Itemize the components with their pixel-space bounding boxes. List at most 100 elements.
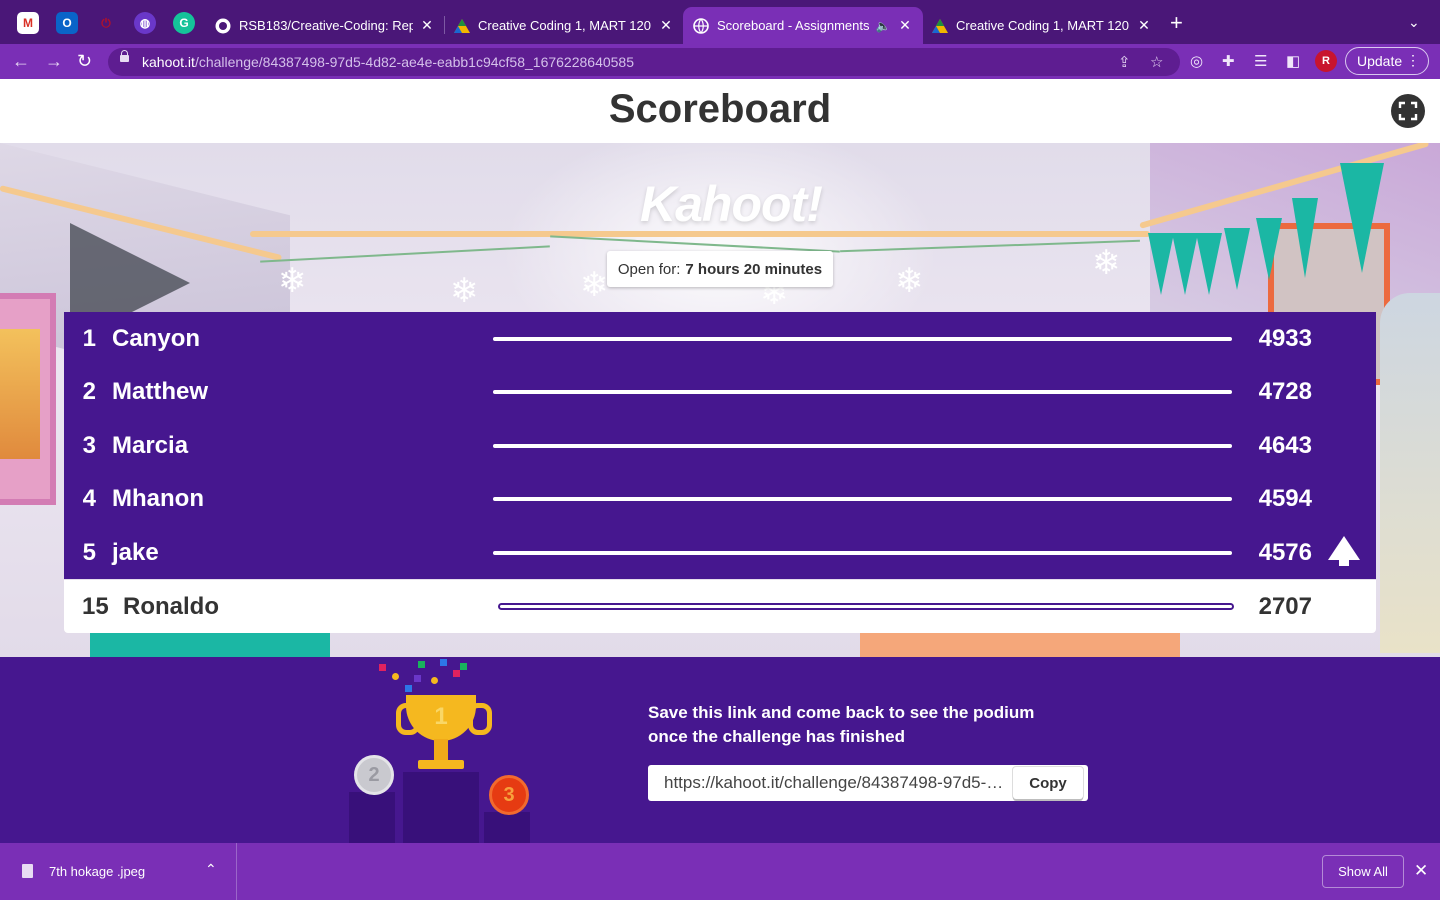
confetti: [418, 661, 425, 668]
grammarly-extension-icon[interactable]: ◎: [1190, 52, 1203, 70]
leaderboard-row: 2 Matthew 4728: [64, 365, 1376, 418]
leaderboard-row: 4 Mhanon 4594: [64, 472, 1376, 525]
open-for-label: Open for:: [617, 260, 681, 278]
tab-title: Creative Coding 1, MART 120 |: [956, 18, 1130, 33]
update-label: Update: [1357, 53, 1403, 69]
url-text[interactable]: kahoot.it/challenge/84387498-97d5-4d82-a…: [142, 54, 634, 70]
file-icon: [22, 864, 33, 878]
pennant-flag: [1224, 228, 1250, 290]
download-item[interactable]: 7th hokage .jpeg ⌃: [0, 843, 237, 900]
chevron-up-icon[interactable]: ⌃: [205, 861, 217, 878]
bookmark-star-icon[interactable]: ☆: [1150, 53, 1163, 71]
back-arrow-icon[interactable]: ←: [12, 50, 30, 72]
media-queue-icon[interactable]: ☰: [1254, 52, 1267, 70]
tab-search-chevron-icon[interactable]: ⌄: [1408, 14, 1420, 31]
background-painting: [0, 293, 56, 505]
speaker-icon[interactable]: 🔈: [875, 19, 891, 33]
power-pinned-tab[interactable]: ⏻: [95, 12, 117, 34]
current-player-rank: 15: [82, 593, 109, 620]
tab-creative-coding[interactable]: Creative Coding 1, MART 120 | ✕: [444, 7, 684, 44]
row-score: 4728: [1258, 378, 1312, 405]
close-icon[interactable]: ✕: [897, 17, 913, 34]
outlook-icon: O: [62, 16, 72, 30]
tab-scoreboard[interactable]: Scoreboard - Assignments 🔈 ✕: [683, 7, 923, 44]
tab-title: Creative Coding 1, MART 120 |: [478, 18, 652, 33]
score-bar: [493, 444, 1232, 448]
page-title: Scoreboard: [608, 87, 832, 131]
confetti: [392, 673, 399, 680]
power-icon: ⏻: [101, 15, 111, 30]
browser-toolbar: ← → ↻ kahoot.it/challenge/84387498-97d5-…: [0, 44, 1440, 79]
drive-icon: [932, 18, 948, 34]
podium-second-place: [349, 792, 395, 843]
row-player-name: Mhanon: [112, 485, 204, 512]
challenge-link-input[interactable]: [664, 773, 1006, 793]
medal-number: 2: [368, 763, 380, 786]
close-icon[interactable]: ✕: [1414, 861, 1428, 881]
row-rank: 5: [82, 539, 96, 566]
profile-avatar[interactable]: R: [1315, 50, 1337, 72]
background-tree: [1380, 293, 1440, 653]
pennant-flag: [1172, 233, 1198, 295]
chat-pinned-tab[interactable]: ◍: [134, 12, 156, 34]
download-bar: 7th hokage .jpeg ⌃ Show All ✕: [0, 843, 1440, 900]
share-icon[interactable]: ⇪: [1118, 53, 1131, 71]
confetti: [460, 663, 467, 670]
show-all-label: Show All: [1338, 864, 1388, 879]
snowflake-icon: ❄: [895, 262, 924, 300]
fullscreen-button[interactable]: [1391, 94, 1425, 128]
background-shelf: [860, 633, 1180, 657]
snowflake-icon: ❄: [450, 272, 479, 310]
confetti: [414, 675, 421, 682]
browser-tab-strip: M O ⏻ ◍ G RSB183/Creative-Coding: Repo ✕…: [0, 0, 1440, 44]
tab-creative-coding-2[interactable]: Creative Coding 1, MART 120 | ✕: [922, 7, 1162, 44]
reload-icon[interactable]: ↻: [77, 50, 92, 72]
extensions-puzzle-icon[interactable]: ✚: [1222, 52, 1235, 70]
grammarly-pinned-tab[interactable]: G: [173, 12, 195, 34]
confetti: [405, 685, 412, 692]
score-bar: [493, 390, 1232, 394]
new-tab-icon[interactable]: +: [1170, 12, 1183, 34]
update-button[interactable]: Update ⋮: [1345, 47, 1429, 75]
gmail-pinned-tab[interactable]: M: [17, 12, 39, 34]
pennant-flag: [1196, 233, 1222, 295]
menu-dots-icon[interactable]: ⋮: [1406, 52, 1420, 69]
outlook-pinned-tab[interactable]: O: [56, 12, 78, 34]
row-player-name: Canyon: [112, 325, 201, 352]
row-score: 4576: [1258, 539, 1312, 566]
snowflake-icon: ❄: [278, 262, 307, 300]
close-icon[interactable]: ✕: [419, 17, 435, 34]
show-all-button[interactable]: Show All: [1322, 855, 1404, 888]
copy-button[interactable]: Copy: [1013, 767, 1083, 799]
close-icon[interactable]: ✕: [1136, 17, 1152, 34]
score-bar: [498, 603, 1234, 610]
tab-title: Scoreboard - Assignments: [717, 18, 869, 33]
url-host: kahoot.it: [142, 54, 195, 70]
tab-title: RSB183/Creative-Coding: Repo: [239, 18, 413, 33]
silver-medal-icon: 2: [354, 755, 394, 795]
tab-github[interactable]: RSB183/Creative-Coding: Repo ✕: [205, 7, 445, 44]
pennant-flag: [1256, 218, 1282, 280]
confetti: [431, 677, 438, 684]
row-rank: 2: [82, 378, 96, 405]
trophy-icon: 1: [406, 695, 476, 741]
close-icon[interactable]: ✕: [658, 17, 674, 34]
side-panel-icon[interactable]: ◧: [1286, 52, 1300, 70]
trophy-base: [418, 760, 464, 769]
row-score: 4594: [1258, 485, 1312, 512]
score-bar: [493, 497, 1232, 501]
leaderboard: 1 Canyon 4933 2 Matthew 4728 3 Marcia 46…: [64, 312, 1376, 579]
forward-arrow-icon[interactable]: →: [45, 50, 63, 72]
profile-initial: R: [1322, 55, 1330, 67]
leaderboard-row: 3 Marcia 4643: [64, 419, 1376, 472]
copy-label: Copy: [1029, 774, 1067, 792]
address-bar[interactable]: kahoot.it/challenge/84387498-97d5-4d82-a…: [108, 48, 1180, 76]
podium-footer: 1 2 3 Save this link and come back to se…: [0, 657, 1440, 843]
gmail-icon: M: [23, 16, 33, 30]
row-player-name: jake: [112, 539, 159, 566]
pennant-flag: [1292, 198, 1318, 278]
row-rank: 4: [82, 485, 96, 512]
fullscreen-icon: [1398, 101, 1418, 121]
snowflake-icon: ❄: [1092, 244, 1121, 282]
row-rank: 1: [82, 325, 96, 352]
